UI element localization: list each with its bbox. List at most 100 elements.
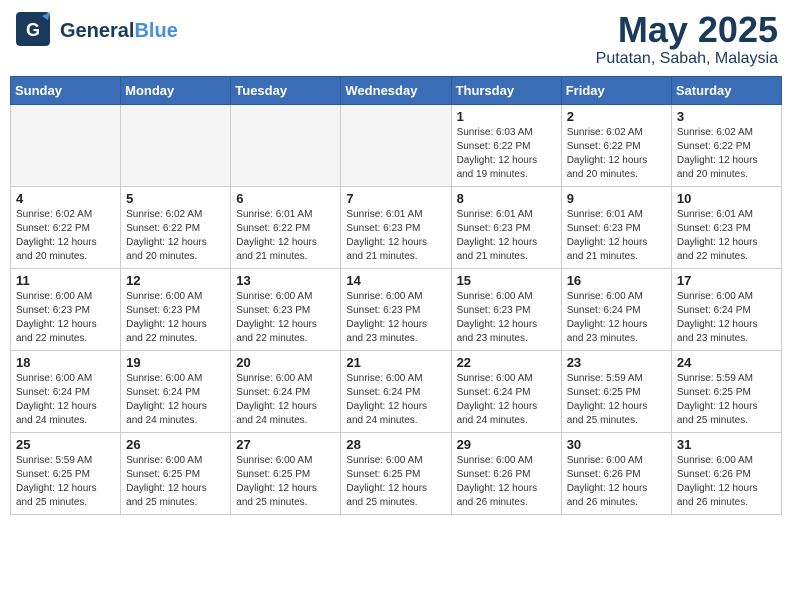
calendar-day-cell: 29 Sunrise: 6:00 AM Sunset: 6:26 PM Dayli… <box>451 432 561 514</box>
day-number: 18 <box>16 355 115 370</box>
calendar-day-cell: 27 Sunrise: 6:00 AM Sunset: 6:25 PM Dayli… <box>231 432 341 514</box>
day-info: Sunrise: 6:00 AM Sunset: 6:24 PM Dayligh… <box>457 372 556 428</box>
day-number: 8 <box>457 191 556 206</box>
calendar-day-cell: 2Sunrise: 6:02 AM Sunset: 6:22 PM Daylig… <box>561 104 671 186</box>
day-info: Sunrise: 6:01 AM Sunset: 6:23 PM Dayligh… <box>346 208 445 264</box>
day-info: Sunrise: 6:00 AM Sunset: 6:25 PM Dayligh… <box>126 454 225 510</box>
weekday-header-saturday: Saturday <box>671 76 781 104</box>
calendar-week-2: 4 Sunrise: 6:02 AM Sunset: 6:22 PM Daylig… <box>11 186 782 268</box>
day-number: 9 <box>567 191 666 206</box>
day-number: 26 <box>126 437 225 452</box>
day-number: 11 <box>16 273 115 288</box>
day-number: 24 <box>677 355 776 370</box>
day-number: 4 <box>16 191 115 206</box>
calendar-day-cell: 12 Sunrise: 6:00 AM Sunset: 6:23 PM Dayli… <box>121 268 231 350</box>
day-number: 10 <box>677 191 776 206</box>
calendar-day-cell: 25Sunrise: 5:59 AM Sunset: 6:25 PM Dayli… <box>11 432 121 514</box>
calendar-day-cell: 24 Sunrise: 5:59 AM Sunset: 6:25 PM Dayli… <box>671 350 781 432</box>
day-info: Sunrise: 6:00 AM Sunset: 6:26 PM Dayligh… <box>457 454 556 510</box>
day-number: 1 <box>457 109 556 124</box>
calendar-day-cell: 17 Sunrise: 6:00 AM Sunset: 6:24 PM Dayli… <box>671 268 781 350</box>
day-number: 21 <box>346 355 445 370</box>
calendar-day-cell <box>341 104 451 186</box>
calendar-day-cell: 20 Sunrise: 6:00 AM Sunset: 6:24 PM Dayli… <box>231 350 341 432</box>
calendar-day-cell: 7 Sunrise: 6:01 AM Sunset: 6:23 PM Daylig… <box>341 186 451 268</box>
calendar-week-1: 1Sunrise: 6:03 AM Sunset: 6:22 PM Daylig… <box>11 104 782 186</box>
calendar-day-cell <box>11 104 121 186</box>
calendar-day-cell: 5 Sunrise: 6:02 AM Sunset: 6:22 PM Daylig… <box>121 186 231 268</box>
calendar-day-cell: 11 Sunrise: 6:00 AM Sunset: 6:23 PM Dayli… <box>11 268 121 350</box>
calendar-day-cell: 3Sunrise: 6:02 AM Sunset: 6:22 PM Daylig… <box>671 104 781 186</box>
weekday-header-monday: Monday <box>121 76 231 104</box>
calendar-day-cell: 28Sunrise: 6:00 AM Sunset: 6:25 PM Dayli… <box>341 432 451 514</box>
day-number: 28 <box>346 437 445 452</box>
day-info: Sunrise: 6:00 AM Sunset: 6:25 PM Dayligh… <box>236 454 335 510</box>
calendar-day-cell: 15 Sunrise: 6:00 AM Sunset: 6:23 PM Dayli… <box>451 268 561 350</box>
day-number: 13 <box>236 273 335 288</box>
day-info: Sunrise: 6:00 AM Sunset: 6:23 PM Dayligh… <box>16 290 115 346</box>
day-info: Sunrise: 6:00 AM Sunset: 6:23 PM Dayligh… <box>346 290 445 346</box>
day-info: Sunrise: 6:00 AM Sunset: 6:26 PM Dayligh… <box>677 454 776 510</box>
day-info: Sunrise: 6:00 AM Sunset: 6:24 PM Dayligh… <box>346 372 445 428</box>
calendar-day-cell <box>121 104 231 186</box>
calendar-day-cell: 8 Sunrise: 6:01 AM Sunset: 6:23 PM Daylig… <box>451 186 561 268</box>
calendar-week-4: 18 Sunrise: 6:00 AM Sunset: 6:24 PM Dayli… <box>11 350 782 432</box>
day-number: 29 <box>457 437 556 452</box>
day-number: 15 <box>457 273 556 288</box>
day-number: 7 <box>346 191 445 206</box>
day-info: Sunrise: 6:00 AM Sunset: 6:23 PM Dayligh… <box>457 290 556 346</box>
day-number: 25 <box>16 437 115 452</box>
calendar-day-cell: 14 Sunrise: 6:00 AM Sunset: 6:23 PM Dayli… <box>341 268 451 350</box>
calendar-day-cell: 10 Sunrise: 6:01 AM Sunset: 6:23 PM Dayli… <box>671 186 781 268</box>
day-info: Sunrise: 6:01 AM Sunset: 6:23 PM Dayligh… <box>567 208 666 264</box>
day-info: Sunrise: 6:00 AM Sunset: 6:24 PM Dayligh… <box>567 290 666 346</box>
day-number: 2 <box>567 109 666 124</box>
calendar-day-cell: 23 Sunrise: 5:59 AM Sunset: 6:25 PM Dayli… <box>561 350 671 432</box>
calendar-day-cell: 30Sunrise: 6:00 AM Sunset: 6:26 PM Dayli… <box>561 432 671 514</box>
day-info: Sunrise: 6:00 AM Sunset: 6:23 PM Dayligh… <box>126 290 225 346</box>
calendar-week-5: 25Sunrise: 5:59 AM Sunset: 6:25 PM Dayli… <box>11 432 782 514</box>
calendar-day-cell: 9 Sunrise: 6:01 AM Sunset: 6:23 PM Daylig… <box>561 186 671 268</box>
calendar-day-cell: 16 Sunrise: 6:00 AM Sunset: 6:24 PM Dayli… <box>561 268 671 350</box>
day-number: 14 <box>346 273 445 288</box>
calendar-day-cell: 13 Sunrise: 6:00 AM Sunset: 6:23 PM Dayli… <box>231 268 341 350</box>
day-info: Sunrise: 6:00 AM Sunset: 6:24 PM Dayligh… <box>236 372 335 428</box>
day-number: 22 <box>457 355 556 370</box>
day-info: Sunrise: 6:00 AM Sunset: 6:24 PM Dayligh… <box>126 372 225 428</box>
calendar-day-cell: 22 Sunrise: 6:00 AM Sunset: 6:24 PM Dayli… <box>451 350 561 432</box>
day-info: Sunrise: 6:01 AM Sunset: 6:23 PM Dayligh… <box>677 208 776 264</box>
day-info: Sunrise: 5:59 AM Sunset: 6:25 PM Dayligh… <box>677 372 776 428</box>
day-number: 16 <box>567 273 666 288</box>
header: G GeneralBlue May 2025 Putatan, Sabah, M… <box>10 10 782 68</box>
calendar-day-cell: 4 Sunrise: 6:02 AM Sunset: 6:22 PM Daylig… <box>11 186 121 268</box>
day-info: Sunrise: 5:59 AM Sunset: 6:25 PM Dayligh… <box>567 372 666 428</box>
svg-text:G: G <box>26 20 40 40</box>
day-number: 20 <box>236 355 335 370</box>
calendar-table: SundayMondayTuesdayWednesdayThursdayFrid… <box>10 76 782 515</box>
day-info: Sunrise: 6:02 AM Sunset: 6:22 PM Dayligh… <box>16 208 115 264</box>
day-number: 30 <box>567 437 666 452</box>
location-subtitle: Putatan, Sabah, Malaysia <box>596 50 778 68</box>
day-info: Sunrise: 6:00 AM Sunset: 6:23 PM Dayligh… <box>236 290 335 346</box>
logo-icon: G <box>14 10 52 53</box>
day-info: Sunrise: 6:00 AM Sunset: 6:24 PM Dayligh… <box>677 290 776 346</box>
calendar-day-cell: 18 Sunrise: 6:00 AM Sunset: 6:24 PM Dayli… <box>11 350 121 432</box>
calendar-day-cell: 21 Sunrise: 6:00 AM Sunset: 6:24 PM Dayli… <box>341 350 451 432</box>
day-info: Sunrise: 6:02 AM Sunset: 6:22 PM Dayligh… <box>126 208 225 264</box>
day-number: 6 <box>236 191 335 206</box>
day-number: 17 <box>677 273 776 288</box>
day-number: 12 <box>126 273 225 288</box>
calendar-week-3: 11 Sunrise: 6:00 AM Sunset: 6:23 PM Dayli… <box>11 268 782 350</box>
weekday-header-friday: Friday <box>561 76 671 104</box>
weekday-header-tuesday: Tuesday <box>231 76 341 104</box>
logo-blue-text: Blue <box>134 20 177 42</box>
day-info: Sunrise: 6:00 AM Sunset: 6:24 PM Dayligh… <box>16 372 115 428</box>
day-number: 23 <box>567 355 666 370</box>
day-info: Sunrise: 6:01 AM Sunset: 6:23 PM Dayligh… <box>457 208 556 264</box>
day-number: 5 <box>126 191 225 206</box>
calendar-day-cell: 1Sunrise: 6:03 AM Sunset: 6:22 PM Daylig… <box>451 104 561 186</box>
day-number: 19 <box>126 355 225 370</box>
weekday-header-thursday: Thursday <box>451 76 561 104</box>
title-area: May 2025 Putatan, Sabah, Malaysia <box>596 10 778 68</box>
day-number: 27 <box>236 437 335 452</box>
